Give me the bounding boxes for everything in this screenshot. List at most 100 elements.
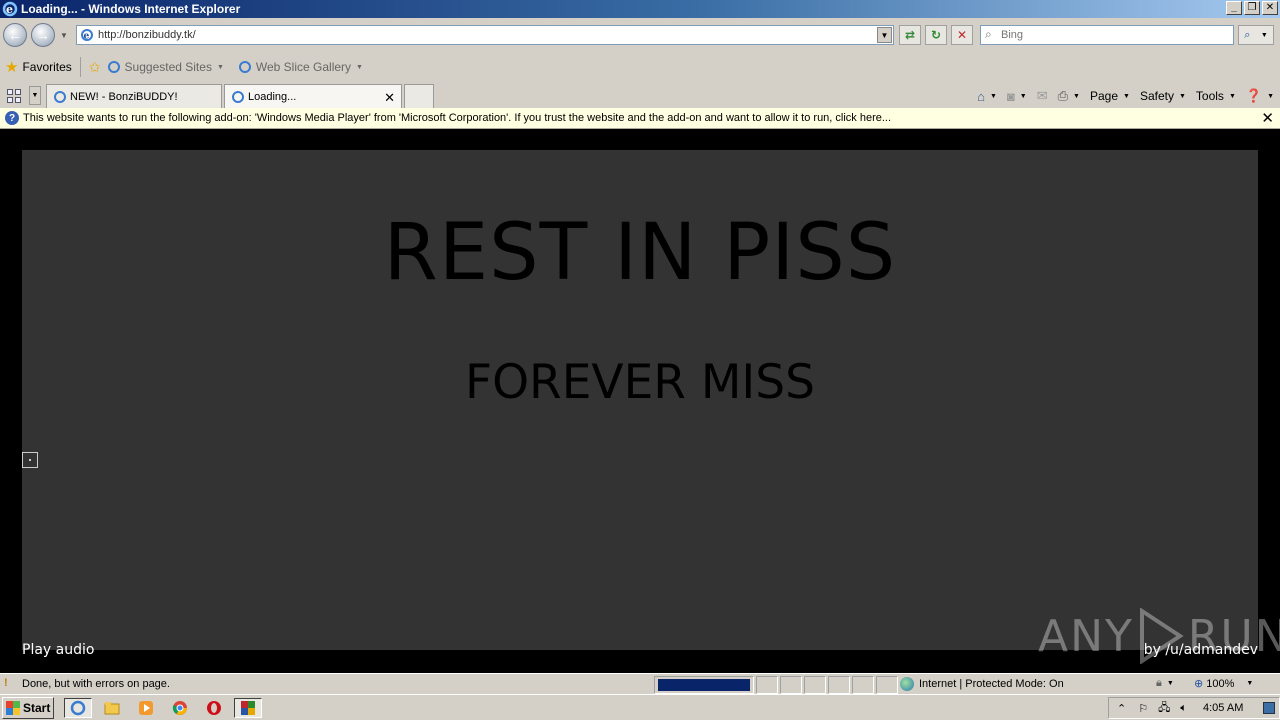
- address-dropdown-button[interactable]: ▼: [877, 27, 892, 43]
- mail-icon: ✉: [1036, 88, 1048, 103]
- favorites-button[interactable]: ★ Favorites: [0, 58, 72, 76]
- magnifier-icon: ⌕: [1244, 28, 1251, 41]
- warning-icon[interactable]: !: [4, 677, 18, 691]
- stop-button[interactable]: ✕: [951, 25, 973, 45]
- start-label: Start: [23, 701, 51, 715]
- search-icon: ⌕: [985, 27, 992, 41]
- suggested-sites-link[interactable]: Suggested Sites ▼: [107, 60, 224, 74]
- protected-mode-button[interactable]: 🔒︎ ▼: [1156, 677, 1174, 690]
- taskbar-ie-button[interactable]: [64, 698, 92, 718]
- chevron-down-icon: ▼: [356, 63, 363, 71]
- media-player-icon: [139, 701, 153, 715]
- read-mail-button[interactable]: ✉: [1037, 88, 1048, 104]
- show-desktop-icon[interactable]: [1263, 702, 1275, 714]
- compatibility-view-button[interactable]: ⇄: [899, 25, 921, 45]
- security-zone[interactable]: Internet | Protected Mode: On: [900, 677, 1064, 691]
- folder-icon: [104, 702, 120, 715]
- status-segment: [756, 676, 778, 694]
- clock[interactable]: 4:05 AM: [1203, 702, 1243, 714]
- new-tab-button[interactable]: [404, 84, 434, 108]
- content-panel: REST IN PISS FOREVER MISS Play audio by …: [22, 150, 1258, 658]
- web-slice-gallery-label: Web Slice Gallery: [255, 60, 352, 74]
- title-bar: e Loading... - Windows Internet Explorer…: [0, 0, 1280, 18]
- play-audio-link[interactable]: Play audio: [22, 642, 94, 658]
- taskbar-app-button[interactable]: [234, 698, 262, 718]
- tab-label: NEW! - BonziBUDDY!: [70, 90, 178, 103]
- start-button[interactable]: Start: [2, 697, 54, 719]
- refresh-button[interactable]: ↻: [925, 25, 947, 45]
- network-icon[interactable]: 🖧︎: [1158, 699, 1170, 718]
- tab-loading[interactable]: Loading... ✕: [224, 84, 402, 108]
- taskbar-chrome-button[interactable]: [166, 698, 194, 718]
- chevron-down-icon: ▼: [1073, 92, 1080, 100]
- tab-row: ▼ NEW! - BonziBUDDY! Loading... ✕ ⌂ ▼ ◙ ▼ …: [0, 82, 1280, 108]
- printer-icon: ⎙: [1057, 88, 1069, 103]
- zoom-level-button[interactable]: ⊕ 100% ▼: [1194, 677, 1254, 691]
- forward-button[interactable]: →: [31, 23, 55, 47]
- broken-plugin-placeholder[interactable]: [22, 452, 38, 468]
- tab-list-dropdown[interactable]: ▼: [29, 86, 41, 105]
- taskbar-explorer-button[interactable]: [98, 698, 126, 718]
- navigation-bar: ← → ▼ e ▼ ⇄ ↻ ✕ ⌕ ⌕▼: [0, 18, 1280, 52]
- favorites-star-icon: ★: [5, 59, 19, 76]
- tab-bonzibuddy[interactable]: NEW! - BonziBUDDY!: [46, 84, 222, 108]
- volume-icon[interactable]: 🔈︎: [1180, 702, 1187, 715]
- restore-button[interactable]: ❐: [1244, 1, 1260, 15]
- suggested-sites-icon: [107, 61, 120, 73]
- web-slice-icon: [238, 61, 251, 73]
- page-content: REST IN PISS FOREVER MISS Play audio by …: [0, 130, 1280, 672]
- rss-icon: ◙: [1006, 88, 1015, 104]
- show-hidden-icons[interactable]: ⌃: [1117, 702, 1126, 715]
- command-bar: ⌂ ▼ ◙ ▼ ✉ ⎙ ▼ Page ▼ Safety ▼ Tools ▼ ❓ ▼: [977, 85, 1274, 107]
- status-bar: ! Done, but with errors on page. Interne…: [0, 673, 1280, 694]
- quick-tabs-icon[interactable]: [4, 86, 24, 105]
- tab-ie-icon: [54, 90, 66, 103]
- search-box[interactable]: ⌕: [980, 25, 1234, 45]
- close-window-button[interactable]: ✕: [1262, 1, 1278, 15]
- address-bar[interactable]: e ▼: [76, 25, 894, 45]
- close-tab-icon[interactable]: ✕: [384, 90, 395, 106]
- info-shield-icon: ?: [5, 111, 19, 125]
- application-icon: [241, 701, 255, 715]
- print-button[interactable]: ⎙ ▼: [1058, 88, 1080, 104]
- windows-logo-icon: [6, 701, 20, 715]
- window-title: Loading... - Windows Internet Explorer: [21, 2, 241, 16]
- anyrun-watermark: ANY RUN: [1038, 608, 1280, 664]
- chevron-down-icon: ▼: [216, 63, 224, 71]
- home-button[interactable]: ⌂ ▼: [977, 89, 997, 104]
- recent-pages-dropdown[interactable]: ▼: [60, 31, 68, 40]
- minimize-button[interactable]: _: [1226, 1, 1242, 15]
- globe-icon: [900, 677, 914, 691]
- help-button[interactable]: ❓ ▼: [1246, 88, 1274, 104]
- close-infobar-icon[interactable]: ✕: [1261, 109, 1274, 127]
- page-menu[interactable]: Page ▼: [1090, 89, 1130, 103]
- taskbar-media-player-button[interactable]: [132, 698, 160, 718]
- lock-icon: 🔒︎: [1156, 677, 1162, 689]
- favorites-bar: ★ Favorites ✩ Suggested Sites ▼ Web Slice…: [0, 52, 1280, 82]
- safety-menu[interactable]: Safety ▼: [1140, 89, 1186, 103]
- status-segment: [780, 676, 802, 694]
- add-to-favorites-icon[interactable]: ✩: [89, 59, 101, 76]
- forward-arrow-icon: →: [36, 27, 50, 43]
- taskbar-opera-button[interactable]: [200, 698, 228, 718]
- search-input[interactable]: [1001, 27, 1221, 43]
- information-bar[interactable]: ? This website wants to run the followin…: [0, 108, 1280, 129]
- tab-ie-icon: [232, 90, 244, 103]
- action-center-flag-icon[interactable]: ⚐: [1138, 702, 1148, 715]
- back-arrow-icon: ←: [8, 27, 22, 43]
- tools-menu[interactable]: Tools ▼: [1196, 89, 1236, 103]
- status-segment: [852, 676, 874, 694]
- search-button[interactable]: ⌕ ▼: [1238, 25, 1274, 45]
- web-slice-gallery-link[interactable]: Web Slice Gallery ▼: [238, 60, 363, 74]
- refresh-icon: ↻: [930, 28, 942, 42]
- address-input[interactable]: [98, 27, 858, 43]
- system-tray: ⌃ ⚐ 🖧︎ 🔈︎ 4:05 AM: [1108, 697, 1280, 719]
- zoom-value: 100%: [1206, 677, 1235, 690]
- zone-text: Internet | Protected Mode: On: [919, 678, 1064, 690]
- chevron-down-icon: ▼: [1246, 680, 1254, 687]
- back-button[interactable]: ←: [3, 23, 27, 47]
- compatibility-icon: ⇄: [904, 28, 916, 42]
- favorites-label: Favorites: [22, 60, 72, 74]
- status-segment: [828, 676, 850, 694]
- feeds-button[interactable]: ◙ ▼: [1007, 89, 1027, 104]
